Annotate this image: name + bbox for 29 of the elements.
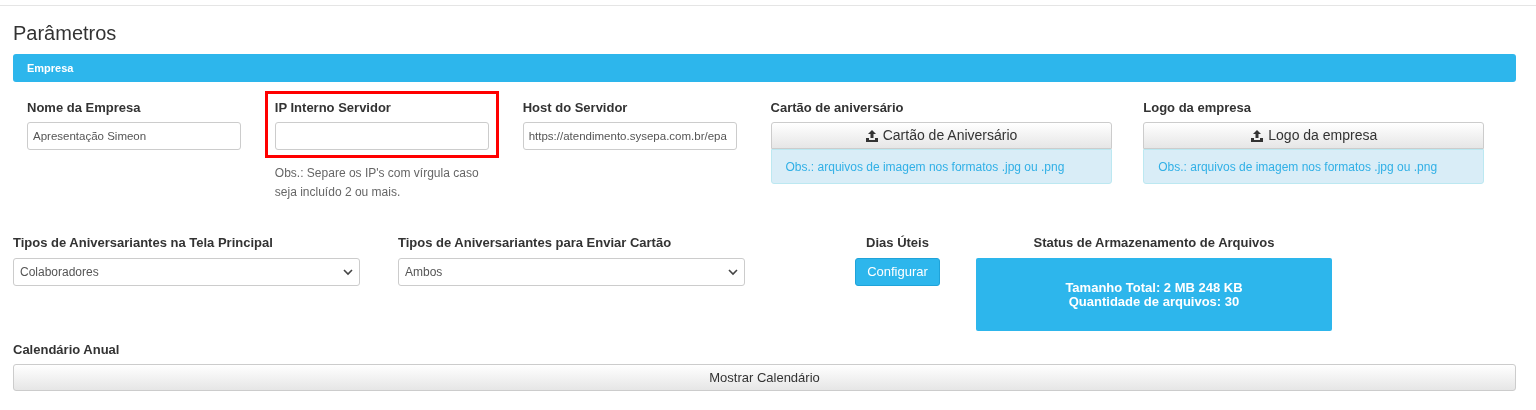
input-field[interactable]: Apresentação Simeon [27,122,241,150]
input-field[interactable] [274,122,489,150]
section-header: Empresa [13,54,1516,82]
storage-stat: Quantidade de arquivos: 30 [1068,294,1240,309]
section-label: Calendário Anual [13,341,121,359]
select-label: Tipos de Aniversariantes na Tela Principal [13,234,274,252]
page-title: Parâmetros [13,21,118,46]
field-label: IP Interno Servidor [274,99,392,117]
field-label: Cartão de aniversário [770,99,905,117]
chevron-down-icon [343,268,353,276]
section-label: Dias Úteis [866,234,929,252]
info-note: Obs.: arquivos de imagem nos formatos .jpg ou .png [770,149,1112,184]
field-label: Host do Servidor [522,99,629,117]
storage-stat: Tamanho Total: 2 MB 248 KB [1065,280,1243,295]
chevron-down-icon [728,268,738,276]
upload-button[interactable]: Cartão de Aniversário [770,122,1112,149]
show-calendar-button[interactable]: Mostrar Calendário [13,364,1516,391]
field-note: Obs.: Separe os IP's com vírgula caso seja incluído 2 ou mais. [274,165,480,201]
select-field[interactable]: Ambos [398,258,745,286]
field-label: Nome da Empresa [27,99,142,117]
upload-button[interactable]: Logo da empresa [1143,122,1485,149]
upload-icon [864,128,879,143]
select-label: Tipos de Aniversariantes para Enviar Cartão [398,234,673,252]
select-field[interactable]: Colaboradores [13,258,360,286]
info-note: Obs.: arquivos de imagem nos formatos .jpg ou .png [1143,149,1485,184]
input-field[interactable]: https://atendimento.sysepa.com.br/epa [522,122,737,150]
field-label: Logo da empresa [1143,99,1252,117]
section-label: Status de Armazenamento de Arquivos [1033,234,1275,252]
upload-icon [1250,128,1265,143]
